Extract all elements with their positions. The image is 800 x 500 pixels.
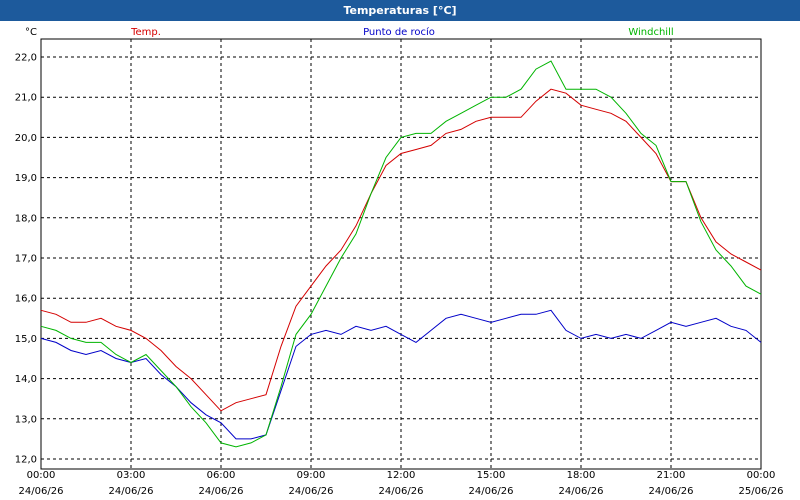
x-tick-date: 24/06/26 [19, 486, 64, 497]
x-tick-date: 24/06/26 [109, 486, 154, 497]
legend-entry: Windchill [628, 27, 673, 38]
x-tick-date: 24/06/26 [559, 486, 604, 497]
x-tick-date: 25/06/26 [739, 486, 784, 497]
x-tick-date: 24/06/26 [379, 486, 424, 497]
legend-entry: Punto de rocío [363, 26, 435, 38]
x-tick-date: 24/06/26 [199, 486, 244, 497]
y-tick-label: 19,0 [15, 173, 37, 184]
x-tick-time: 18:00 [567, 470, 596, 481]
y-tick-label: 12,0 [15, 455, 37, 466]
x-tick-time: 06:00 [207, 470, 236, 481]
x-tick-time: 00:00 [747, 470, 776, 481]
y-tick-label: 16,0 [15, 294, 37, 305]
legend-entry: Temp. [130, 27, 161, 38]
x-tick-time: 12:00 [387, 470, 416, 481]
x-tick-date: 24/06/26 [649, 486, 694, 497]
y-tick-label: 22,0 [15, 53, 37, 64]
y-tick-label: 18,0 [15, 213, 37, 224]
plot-area [40, 38, 762, 470]
temperature-chart: 12,0 13,0 14,0 15,0 16,0 17,0 18,0 19,0 20,0 21,0… [15, 26, 784, 497]
x-tick-time: 21:00 [657, 470, 686, 481]
x-axis-ticks: 00:00 24/06/26 03:00 24/06/26 06:00 24/06/26 0… [19, 470, 784, 497]
y-axis-label: °C [25, 27, 37, 38]
y-axis-ticks: 12,0 13,0 14,0 15,0 16,0 17,0 18,0 19,0 20,0 21,0… [15, 53, 37, 466]
x-tick-time: 15:00 [477, 470, 506, 481]
x-tick-time: 03:00 [117, 470, 146, 481]
y-tick-label: 20,0 [15, 133, 37, 144]
legend: Temp. Punto de rocío Windchill [130, 26, 674, 38]
y-tick-label: 15,0 [15, 334, 37, 345]
x-tick-time: 00:00 [27, 470, 56, 481]
y-tick-label: 21,0 [15, 93, 37, 104]
x-tick-date: 24/06/26 [289, 486, 334, 497]
y-tick-label: 17,0 [15, 254, 37, 265]
x-tick-date: 24/06/26 [469, 486, 514, 497]
y-tick-label: 14,0 [15, 374, 37, 385]
y-tick-label: 13,0 [15, 414, 37, 425]
window-title: Temperaturas [°C] [0, 0, 800, 21]
x-tick-time: 09:00 [297, 470, 326, 481]
